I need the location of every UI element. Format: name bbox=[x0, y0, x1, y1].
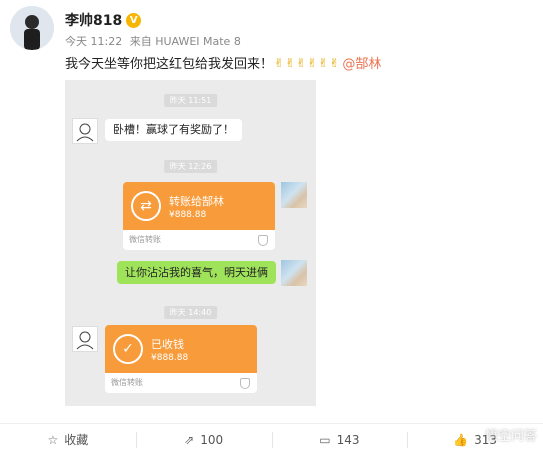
transfer-title: 转账给郜林 bbox=[169, 195, 224, 208]
username-text: 李帅818 bbox=[65, 13, 123, 29]
transfer-card[interactable]: ✓ 已收钱 ¥888.88 微信转账 bbox=[105, 325, 257, 393]
post-time: 今天 11:22 bbox=[65, 35, 123, 48]
transfer-arrows-icon: ⇄ bbox=[131, 191, 161, 221]
username[interactable]: 李帅818 V bbox=[65, 10, 142, 30]
chat-screenshot[interactable]: 昨天 11:51 卧槽！赢球了有奖励了！ 昨天 12:26 ⇄ 转账给郜林 ¥8… bbox=[65, 80, 316, 406]
transfer-card[interactable]: ⇄ 转账给郜林 ¥888.88 微信转账 bbox=[123, 182, 275, 250]
chat-message: 卧槽！赢球了有奖励了！ bbox=[105, 119, 242, 141]
watermark: 悟空问答 bbox=[484, 429, 537, 444]
repost-icon: ⇗ bbox=[184, 432, 195, 447]
victory-emoji-icon: ✌ bbox=[274, 55, 285, 70]
transfer-footer: 微信转账 bbox=[111, 378, 143, 387]
repost-count: 100 bbox=[200, 432, 224, 447]
user-avatar[interactable] bbox=[10, 6, 54, 50]
sketch-avatar-icon bbox=[76, 331, 94, 350]
victory-emoji-icon: ✌ bbox=[318, 55, 329, 70]
favorite-label: 收藏 bbox=[64, 433, 89, 447]
check-icon: ✓ bbox=[113, 334, 143, 364]
sketch-avatar-icon bbox=[76, 123, 94, 142]
chat-timestamp: 昨天 11:51 bbox=[163, 94, 218, 107]
sender-avatar bbox=[72, 326, 98, 352]
chat-timestamp: 昨天 14:40 bbox=[163, 306, 218, 319]
victory-emoji-icon: ✌ bbox=[307, 55, 318, 70]
comment-icon: ▭ bbox=[319, 432, 331, 447]
favorite-button[interactable]: ☆ 收藏 bbox=[0, 424, 136, 455]
transfer-footer: 微信转账 bbox=[129, 235, 161, 244]
avatar-image bbox=[10, 6, 54, 50]
post-text: 我今天坐等你把这红包给我发回来！ ✌ ✌ ✌ ✌ ✌ ✌ @郜林 bbox=[65, 53, 381, 73]
victory-emoji-icon: ✌ bbox=[296, 55, 307, 70]
transfer-amount: ¥888.88 bbox=[151, 353, 189, 363]
chat-timestamp: 昨天 12:26 bbox=[163, 160, 218, 173]
post-source: 来自 HUAWEI Mate 8 bbox=[129, 35, 241, 48]
comment-count: 143 bbox=[336, 432, 360, 447]
mention-link[interactable]: @郜林 bbox=[342, 53, 381, 72]
chat-message: 让你沾沾我的喜气，明天进俩 bbox=[117, 261, 276, 284]
transfer-amount: ¥888.88 bbox=[169, 210, 207, 220]
receiver-avatar bbox=[281, 182, 307, 208]
post-body: 我今天坐等你把这红包给我发回来！ bbox=[65, 57, 274, 72]
post-meta: 今天 11:22 来自 HUAWEI Mate 8 bbox=[65, 33, 241, 49]
repost-button[interactable]: ⇗ 100 bbox=[135, 424, 272, 455]
receiver-avatar bbox=[281, 260, 307, 286]
thumbs-up-icon: 👍 bbox=[453, 432, 469, 447]
action-bar: ☆ 收藏 ⇗ 100 ▭ 143 👍 313 bbox=[0, 423, 543, 455]
sender-avatar bbox=[72, 118, 98, 144]
victory-emoji-icon: ✌ bbox=[285, 55, 296, 70]
shield-icon bbox=[240, 378, 250, 389]
victory-emoji-icon: ✌ bbox=[329, 55, 340, 70]
transfer-title: 已收钱 bbox=[151, 338, 184, 351]
comment-button[interactable]: ▭ 143 bbox=[271, 424, 408, 455]
verified-icon: V bbox=[126, 12, 142, 28]
star-icon: ☆ bbox=[47, 432, 59, 447]
shield-icon bbox=[258, 235, 268, 246]
